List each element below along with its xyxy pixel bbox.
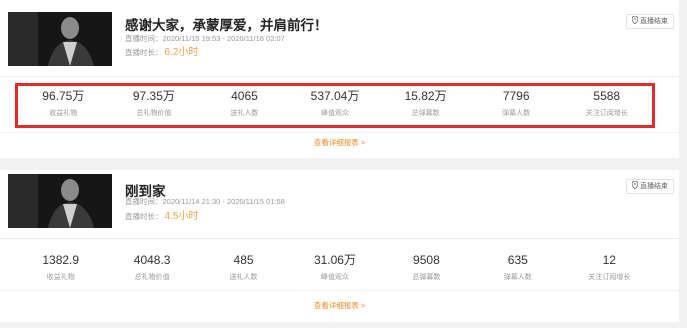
broadcast-end-label: 直播结束 [640, 183, 668, 190]
location-pin-icon [631, 180, 639, 190]
stat-total-gift-value: 4048.3 总礼物价值 [106, 248, 197, 293]
broadcast-end-button[interactable]: 直播结束 [626, 179, 674, 194]
stat-label: 峰值观众 [321, 110, 350, 117]
stat-label: 弹幕人数 [502, 110, 531, 117]
stat-gift-senders: 4065 送礼人数 [199, 86, 290, 125]
stat-value: 5588 [593, 89, 621, 103]
stat-label: 总礼物价值 [134, 274, 170, 281]
broadcast-duration-value: 4.5小时 [164, 211, 199, 222]
divider [0, 132, 679, 133]
stat-label: 送礼人数 [230, 110, 259, 117]
stat-value: 15.82万 [404, 89, 447, 103]
stat-follow-growth: 5588 关注订阅增长 [561, 86, 652, 125]
stat-danmaku-users: 635 弹幕人数 [472, 248, 563, 293]
stat-value: 12 [602, 253, 616, 267]
stat-label: 总弹幕数 [411, 110, 440, 117]
stat-total-danmaku: 9508 总弹幕数 [381, 248, 472, 293]
stats-row: 96.75万收益礼物 97.35万总礼物价值 4065 送礼人数 537.04万峰… [15, 83, 655, 128]
stat-gift-income: 1382.9 收益礼物 [15, 248, 106, 293]
stat-label: 弹幕人数 [503, 274, 532, 281]
stat-value: 31.06万 [313, 253, 356, 267]
view-detail-report-link[interactable]: 查看详细报表 > [0, 300, 679, 311]
broadcast-time: 直播时间：2020/11/14 21:30 - 2020/11/15 01:58 [125, 196, 285, 207]
stat-gift-income: 96.75万收益礼物 [18, 86, 109, 125]
broadcast-thumbnail[interactable] [8, 174, 112, 228]
stat-label: 关注订阅增长 [585, 110, 628, 117]
stat-value: 97.35万 [132, 89, 175, 103]
broadcast-time-value: 2020/11/14 21:30 - 2020/11/15 01:58 [162, 197, 285, 206]
stat-peak-viewers: 31.06万峰值观众 [289, 248, 380, 293]
broadcast-card: 感谢大家，承蒙厚爱，并肩前行！ 直播时间：2020/11/15 19:53 - … [0, 0, 679, 158]
broadcast-end-button[interactable]: 直播结束 [626, 14, 674, 29]
stat-value: 4065 [231, 89, 258, 103]
broadcast-title: 感谢大家，承蒙厚爱，并肩前行！ [125, 18, 328, 33]
broadcast-duration-label: 直播时长： [125, 212, 163, 221]
stat-gift-senders: 485 送礼人数 [198, 248, 289, 293]
broadcast-thumbnail[interactable] [8, 12, 112, 66]
stat-label: 送礼人数 [229, 274, 258, 281]
divider [0, 290, 679, 291]
stats-row: 1382.9 收益礼物 4048.3 总礼物价值 485 送礼人数 31.06万峰值观… [15, 248, 655, 293]
stat-value: 4048.3 [133, 253, 171, 267]
stat-label: 总礼物价值 [136, 110, 172, 117]
stat-value: 635 [507, 253, 528, 267]
divider [0, 238, 679, 239]
stat-label: 总弹幕数 [412, 274, 441, 281]
stat-follow-growth: 12 关注订阅增长 [564, 248, 655, 293]
broadcast-duration: 直播时长： 4.5小时 [125, 207, 198, 222]
stat-label: 收益礼物 [49, 110, 78, 117]
stat-label: 峰值观众 [320, 274, 349, 281]
stat-danmaku-users: 7796 弹幕人数 [471, 86, 562, 125]
broadcast-duration: 直播时长： 6.2小时 [125, 43, 198, 58]
stat-total-gift-value: 97.35万总礼物价值 [109, 86, 200, 125]
broadcast-time-value: 2020/11/15 19:53 - 2020/11/16 02:07 [162, 34, 285, 43]
stat-value: 96.75万 [42, 89, 85, 103]
stat-value: 485 [233, 253, 254, 267]
stat-value: 537.04万 [310, 89, 360, 103]
broadcast-time-label: 直播时间： [125, 197, 163, 206]
stat-total-danmaku: 15.82万总弹幕数 [380, 86, 471, 125]
broadcast-time-label: 直播时间： [125, 34, 163, 43]
broadcast-card: 刚到家 直播时间：2020/11/14 21:30 - 2020/11/15 0… [0, 170, 679, 322]
stat-value: 9508 [413, 253, 440, 267]
divider [0, 76, 679, 77]
view-detail-report-link[interactable]: 查看详细报表 > [0, 137, 679, 148]
broadcast-duration-label: 直播时长： [125, 48, 163, 57]
stat-value: 7796 [502, 89, 530, 103]
broadcast-end-label: 直播结束 [640, 18, 668, 25]
stat-label: 关注订阅增长 [588, 274, 631, 281]
stat-value: 1382.9 [42, 253, 80, 267]
stat-label: 收益礼物 [46, 274, 75, 281]
stat-peak-viewers: 537.04万峰值观众 [290, 86, 381, 125]
location-pin-icon [631, 15, 639, 25]
broadcast-duration-value: 6.2小时 [164, 47, 199, 58]
